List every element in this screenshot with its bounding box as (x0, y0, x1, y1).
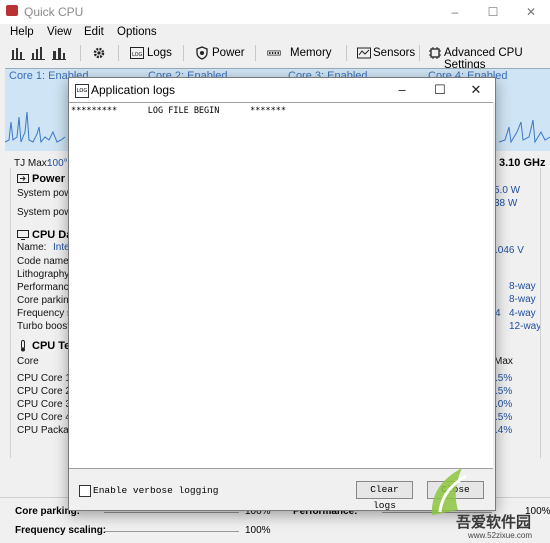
chart-bars-alt-icon[interactable] (31, 46, 45, 60)
cpu-package-value: .4% (495, 425, 513, 436)
verbose-logging-label[interactable]: Enable verbose logging (93, 485, 218, 496)
cpu-core-4-label: CPU Core 4: (17, 412, 74, 423)
power-shield-icon[interactable] (195, 46, 209, 60)
watermark: 吾爱软件园 www.52zixue.com (420, 458, 550, 543)
frequency-scaling-slider[interactable] (104, 531, 239, 532)
log-text-area[interactable]: ********* LOG FILE BEGIN ******* (69, 102, 493, 469)
cpu-core-3-value: .0% (495, 399, 513, 410)
cpu-core-2-value: .5% (495, 386, 513, 397)
menu-edit[interactable]: Edit (84, 26, 104, 38)
cache-way-1: 8-way (509, 281, 536, 292)
app-logo-icon (6, 5, 18, 16)
toolbar-separator (346, 45, 347, 61)
frequency-scaling-value: 100% (245, 525, 271, 536)
logs-icon: LOG (75, 84, 89, 98)
cpu-temperature-header: CPU Te (32, 340, 71, 352)
toolbar-separator (80, 45, 81, 61)
minimize-button[interactable]: – (440, 0, 470, 24)
clear-logs-button[interactable]: Clear logs (356, 481, 413, 511)
menu-bar (0, 24, 550, 42)
left-panel-border (10, 168, 11, 458)
logs-icon[interactable]: LOG (130, 46, 144, 60)
memory-icon[interactable] (267, 46, 281, 60)
thermometer-icon (21, 340, 25, 352)
cpu-core-4-value: .5% (495, 412, 513, 423)
toolbar-separator (118, 45, 119, 61)
cpu-core-2-label: CPU Core 2: (17, 386, 74, 397)
watermark-url: www.52zixue.com (468, 531, 533, 540)
sensors-button[interactable]: Sensors (373, 47, 415, 59)
cache-way-2: 8-way (509, 294, 536, 305)
log-line: ********* LOG FILE BEGIN ******* (71, 106, 286, 116)
gear-icon[interactable] (92, 46, 106, 60)
monitor-icon (17, 230, 29, 240)
dialog-minimize-button[interactable]: – (385, 78, 419, 102)
tj-max-label: TJ Max: (14, 158, 50, 169)
maximize-button[interactable]: ☐ (478, 0, 508, 24)
logs-button[interactable]: Logs (147, 47, 172, 59)
system-power-value-1: 5.0 W (494, 185, 521, 196)
dialog-maximize-button[interactable]: ☐ (423, 78, 457, 102)
system-power-value-2: 38 W (494, 198, 518, 209)
cpu-data-header: CPU Da (32, 229, 73, 241)
cpu-core-3-label: CPU Core 3: (17, 399, 74, 410)
cpu-chip-icon[interactable] (428, 46, 442, 60)
svg-text:LOG: LOG (132, 52, 143, 58)
dialog-close-button[interactable]: ✕ (459, 78, 493, 102)
right-panel-border (540, 168, 541, 458)
dialog-title: Application logs (91, 83, 176, 97)
sensors-icon[interactable] (357, 46, 371, 60)
verbose-logging-checkbox[interactable] (79, 485, 91, 497)
core-column-header: Core (17, 356, 39, 367)
lithography-label: Lithography: (17, 269, 73, 280)
memory-button[interactable]: Memory (290, 47, 332, 59)
cpu-frequency: 3.10 GHz (499, 157, 546, 169)
power-data-icon (17, 174, 29, 183)
watermark-brand: 吾爱软件园 (456, 513, 532, 531)
frequency-scaling-bottom-label: Frequency scaling: (15, 525, 107, 536)
core-parking-slider[interactable] (104, 512, 239, 513)
toolbar-separator (419, 45, 420, 61)
chart-columns-icon[interactable] (52, 46, 66, 60)
menu-options[interactable]: Options (117, 26, 157, 38)
chart-bars-icon[interactable] (11, 46, 25, 60)
power-button[interactable]: Power (212, 47, 245, 59)
toolbar-separator (183, 45, 184, 61)
application-logs-dialog: LOG Application logs – ☐ ✕ ********* LOG… (68, 77, 496, 511)
window-title: Quick CPU (24, 5, 84, 19)
code-name-label: Code name: (17, 256, 72, 267)
voltage-value: .046 V (495, 245, 524, 256)
cache-way-4: 12-way (509, 321, 542, 332)
menu-help[interactable]: Help (10, 26, 34, 38)
menu-view[interactable]: View (47, 26, 72, 38)
cpu-core-1-label: CPU Core 1: (17, 373, 74, 384)
max-column-header: Max (494, 356, 513, 367)
cache-way-3: 4-way (509, 308, 536, 319)
toolbar-separator (255, 45, 256, 61)
cpu-name-label: Name: (17, 242, 47, 253)
close-button[interactable]: ✕ (516, 0, 546, 24)
cpu-core-1-value: .5% (495, 373, 513, 384)
